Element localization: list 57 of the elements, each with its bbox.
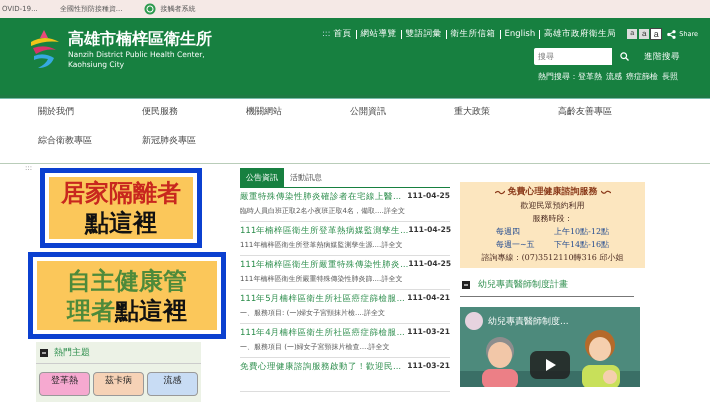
news-title-link[interactable]: 111年4月楠梓區衛生所社區癌症篩檢服... [240, 327, 405, 339]
nav-menu-item[interactable]: 綜合衛教專區 [38, 134, 142, 163]
font-size-button[interactable]: a [651, 29, 662, 39]
news-title-link[interactable]: 111年楠梓區衛生所登革熱病媒監測孳生... [240, 225, 408, 237]
news-tab[interactable]: 公告資訊 [240, 168, 284, 187]
hotline-text: 諮詢專線：(07)3512110轉316 邱小姐 [480, 252, 624, 264]
schedule-time: 上午10點-12點 [554, 226, 610, 238]
topic-button[interactable]: 登革熱 [39, 372, 90, 396]
search-icon [620, 52, 628, 61]
counseling-poster[interactable]: 免費心理健康諮詢服務 歡迎民眾預約利用 服務時段： 每週四 上午10點-12點 每週一~五 下午14點-16點 諮詢專線：(07)3512110轉316 邱小姐 [460, 182, 645, 268]
flourish-icon [494, 190, 504, 195]
section-icon [40, 348, 48, 356]
header-link[interactable]: 首頁 [334, 28, 352, 40]
hot-search-link[interactable]: 癌症篩檢 [626, 71, 658, 82]
schedule-time: 下午14點-16點 [554, 239, 610, 251]
video-title: 幼兒專責醫師制度... [488, 316, 569, 328]
nav-menu-item[interactable]: 便民服務 [142, 105, 246, 134]
nav-menu-item[interactable]: 公開資訊 [350, 105, 454, 134]
play-icon[interactable] [530, 351, 570, 379]
advanced-search-link[interactable]: 進階搜尋 [644, 50, 680, 62]
nav-menu-item[interactable]: 關於我們 [38, 105, 142, 134]
header-link[interactable]: 衛生所信箱 [450, 28, 496, 40]
hot-search-link[interactable]: 長照 [662, 71, 678, 82]
hot-search-link[interactable]: 流感 [606, 71, 622, 82]
poster-title: 免費心理健康諮詢服務 [508, 186, 598, 199]
news-title-link[interactable]: 免費心理健康諮詢服務啟動了！歡迎民... [240, 361, 402, 373]
flourish-icon [600, 190, 610, 195]
news-title-link[interactable]: 嚴重特殊傳染性肺炎確診者在宅線上醫... [240, 191, 402, 203]
topic-button[interactable]: 茲卡病 [93, 372, 144, 396]
nav-menu-item[interactable]: 高齡友善專區 [558, 105, 662, 134]
topic-button[interactable]: 流感 [147, 372, 198, 396]
share-icon[interactable] [667, 30, 676, 38]
header-link[interactable]: 網站導覽 [360, 28, 397, 40]
section-title: 幼兒專責醫師制度計畫 [478, 278, 568, 291]
nav-menu-item[interactable]: 重大政策 [454, 105, 558, 134]
poster-text: 歡迎民眾預約利用 [520, 200, 586, 212]
banner-link[interactable]: 自主健康管 理者點這裡 [28, 252, 226, 339]
accesskey-mark: ::: [322, 29, 331, 39]
nav-menu-item[interactable]: 新冠肺炎專區 [142, 134, 246, 163]
news-title-link[interactable]: 111年5月楠梓區衛生所社區癌症篩檢服... [240, 293, 405, 305]
poster-text: 服務時段： [532, 213, 574, 225]
schedule-day: 每週一~五 [496, 238, 540, 251]
news-tab[interactable]: 活動訊息 [284, 168, 328, 187]
hot-search-label: 熱門搜尋： [538, 71, 578, 82]
search-field[interactable]: 搜尋 [534, 48, 612, 65]
header-link[interactable]: 雙語詞彙 [406, 28, 442, 40]
schedule-day: 每週四 [496, 225, 540, 238]
header-link[interactable]: 高雄市政府衛生局 [544, 28, 616, 40]
section-icon [462, 280, 470, 288]
font-size-button[interactable]: a [639, 29, 650, 39]
nav-menu-item[interactable]: 機關網站 [246, 105, 350, 134]
header-link[interactable]: English [504, 29, 536, 39]
hot-search-link[interactable]: 登革熱 [578, 71, 602, 82]
section-title: 熱門主題 [54, 346, 90, 359]
banner-link[interactable]: 居家隔離者 點這裡 [40, 168, 202, 248]
news-title-link[interactable]: 111年楠梓區衛生所嚴重特殊傳染性肺炎... [240, 259, 408, 271]
site-title: 高雄市楠梓區衛生所 [68, 29, 212, 50]
